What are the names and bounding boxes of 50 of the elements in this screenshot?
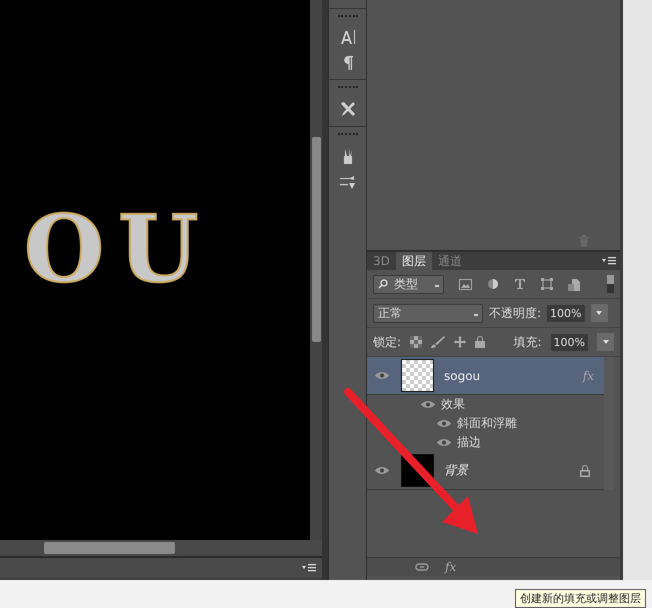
smart-object-filter-icon[interactable] — [568, 278, 580, 290]
tools-icon[interactable] — [338, 100, 356, 118]
search-icon — [378, 279, 388, 289]
blend-mode-dropdown[interactable]: 正常 — [373, 304, 483, 322]
panel-tab[interactable]: 3D — [367, 252, 396, 270]
shape-filter-icon[interactable] — [541, 278, 553, 290]
lock-label: 锁定: — [373, 334, 402, 350]
effects-label: fx — [582, 368, 594, 382]
paragraph-panel-icon[interactable] — [342, 55, 354, 71]
caret-icon — [596, 311, 602, 315]
caret-icon — [602, 340, 608, 344]
layer-style-button[interactable]: fx — [445, 560, 456, 574]
layer-name: 背景 — [444, 462, 468, 479]
character-panel-icon[interactable] — [340, 29, 356, 45]
opacity-field[interactable]: 100% — [547, 304, 584, 322]
effect-name: 描边 — [457, 434, 481, 451]
filter-toggle[interactable] — [607, 275, 614, 293]
lock-brush-icon[interactable] — [431, 336, 446, 348]
opacity-dropdown-button[interactable] — [590, 304, 608, 322]
panel-tab[interactable]: 图层 — [396, 252, 432, 270]
vertical-scrollbar[interactable] — [310, 0, 322, 540]
lock-move-icon[interactable] — [454, 336, 466, 348]
panel-menu-icon[interactable] — [302, 563, 316, 573]
brush-presets-icon[interactable] — [338, 175, 356, 191]
adjustment-filter-icon[interactable] — [487, 278, 499, 290]
eye-icon[interactable] — [375, 466, 389, 475]
lock-icon[interactable] — [475, 336, 486, 348]
eye-icon[interactable] — [437, 438, 451, 447]
layer-name: sogou — [444, 368, 480, 382]
panel-menu-icon[interactable] — [602, 256, 616, 266]
layer-row[interactable]: 背景 — [367, 452, 604, 490]
link-icon[interactable] — [415, 563, 429, 571]
filter-type-dropdown[interactable]: 类型 — [373, 274, 444, 294]
effects-label: 效果 — [441, 396, 465, 413]
eye-icon[interactable] — [421, 400, 435, 409]
effect-name: 斜面和浮雕 — [457, 415, 517, 432]
fill-dropdown-button[interactable] — [597, 333, 614, 351]
layer-row[interactable]: sogou fx — [367, 357, 604, 395]
fill-field[interactable]: 100% — [550, 334, 588, 350]
type-filter-icon[interactable] — [514, 278, 526, 290]
opacity-label: 不透明度: — [489, 304, 542, 322]
glitter-text-artwork: OU — [24, 203, 212, 295]
fill-label: 填充: — [514, 334, 542, 350]
lock-transparency-icon[interactable] — [410, 336, 422, 348]
eye-icon[interactable] — [437, 419, 451, 428]
panel-tab[interactable]: 通道 — [432, 252, 468, 270]
horizontal-scrollbar[interactable] — [0, 540, 322, 556]
eye-icon[interactable] — [375, 371, 389, 380]
tooltip: 创建新的填充或调整图层 — [515, 589, 646, 608]
image-filter-icon[interactable] — [459, 278, 472, 290]
